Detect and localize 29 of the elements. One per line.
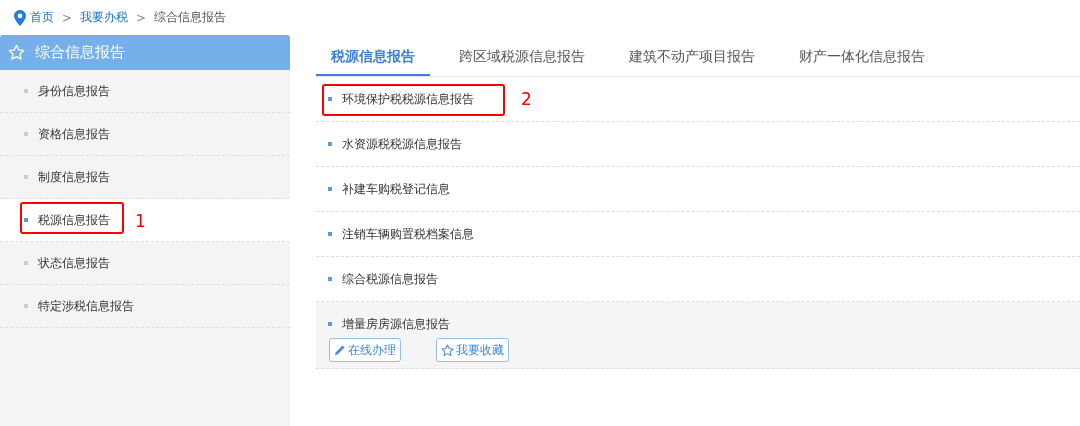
list-item-link[interactable]: 综合税源信息报告	[328, 270, 438, 288]
star-icon	[8, 44, 25, 61]
sidebar-item[interactable]: 资格信息报告	[0, 113, 290, 156]
breadcrumb-link[interactable]: 我要办税	[80, 9, 129, 26]
list-item-link[interactable]: 注销车辆购置税档案信息	[328, 225, 474, 243]
breadcrumb-separator: >	[136, 10, 147, 25]
breadcrumb-current: 综合信息报告	[154, 9, 227, 26]
sidebar-item[interactable]: 特定涉税信息报告	[0, 285, 290, 328]
list-item-link[interactable]: 水资源税税源信息报告	[328, 135, 462, 153]
list-item-link[interactable]: 环境保护税税源信息报告	[328, 90, 474, 108]
action-button[interactable]: 在线办理	[329, 338, 401, 362]
tab[interactable]: 税源信息报告	[316, 39, 430, 76]
list-item-link[interactable]: 补建车购税登记信息	[328, 180, 450, 198]
pencil-icon	[334, 344, 346, 356]
annotation-number: 1	[135, 211, 146, 231]
sidebar-title: 综合信息报告	[35, 43, 125, 62]
tab[interactable]: 建筑不动产项目报告	[614, 39, 770, 76]
action-button[interactable]: 我要收藏	[436, 338, 509, 362]
sidebar-item[interactable]: 身份信息报告	[0, 70, 290, 113]
annotation-number: 2	[521, 89, 532, 109]
tab[interactable]: 财产一体化信息报告	[784, 39, 940, 76]
list-item-link[interactable]: 增量房房源信息报告	[328, 315, 450, 333]
breadcrumb-separator: >	[62, 10, 73, 25]
sidebar-item[interactable]: 税源信息报告 1	[0, 199, 290, 242]
breadcrumb-link[interactable]: 首页	[30, 9, 54, 26]
sidebar-item[interactable]: 状态信息报告	[0, 242, 290, 285]
tab[interactable]: 跨区域税源信息报告	[444, 39, 600, 76]
location-pin-icon	[14, 9, 26, 26]
star-icon	[441, 343, 454, 357]
